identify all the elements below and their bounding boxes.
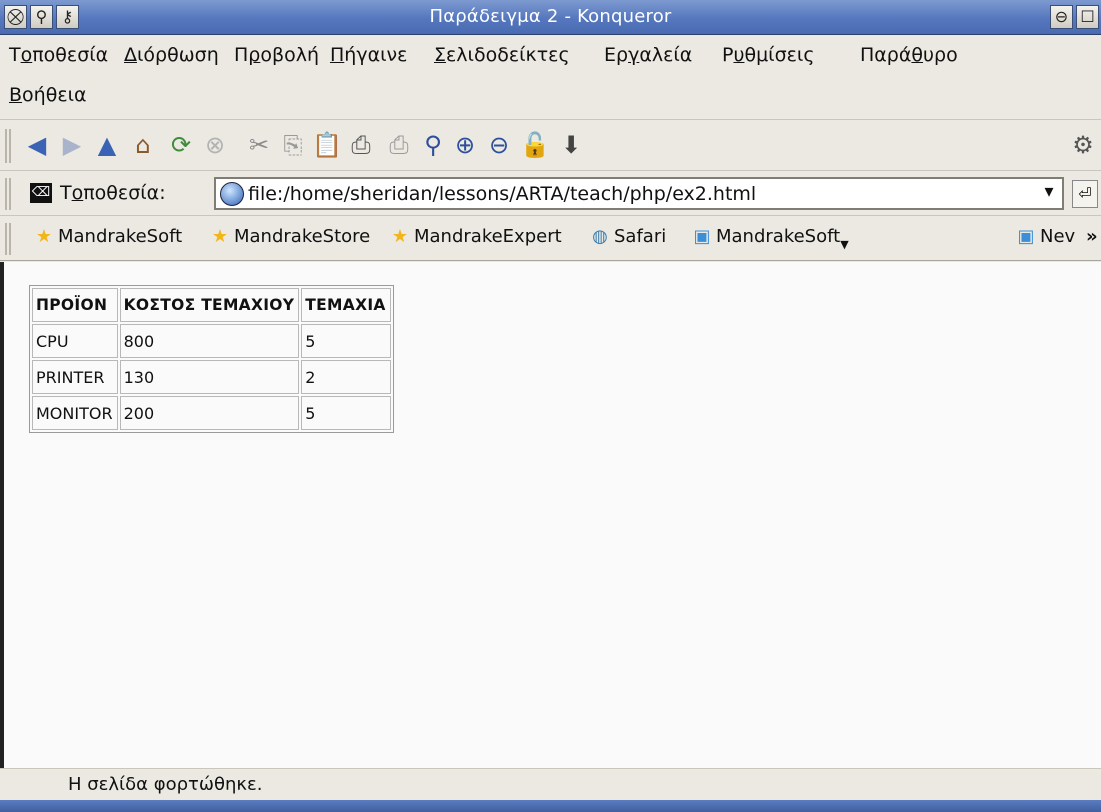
window-title-bar[interactable]: ⛒ ⚲ ⚷ Παράδειγμα 2 - Konqueror ⊖ ☐ (0, 0, 1101, 35)
location-label: Τοποθεσία: (60, 182, 166, 204)
print-icon[interactable]: ⎙ (346, 130, 376, 160)
url-dropdown-icon[interactable]: ▾ (1038, 181, 1060, 206)
bookmark-star-icon: ★ (35, 226, 53, 247)
stop-icon[interactable]: ⊗ (200, 130, 230, 160)
bookmark-folder-new[interactable]: ▣ Nev (1014, 226, 1075, 247)
main-toolbar: ◀ ▶ ▲ ⌂ ⟳ ⊗ ✂ ⎘ 📋 ⎙ ⎙ ⚲ ⊕ ⊖ 🔓 ⬇ ⚙ (0, 121, 1101, 171)
window-bottom-frame (0, 800, 1101, 812)
reload-icon[interactable]: ⟳ (166, 130, 196, 160)
cut-icon[interactable]: ✂ (244, 130, 274, 160)
forward-icon[interactable]: ▶ (57, 130, 87, 160)
status-text: Η σελίδα φορτώθηκε. (68, 774, 263, 795)
table-cell: MONITOR (32, 396, 118, 430)
copy-icon[interactable]: ⎘ (278, 130, 308, 160)
table-cell: 200 (119, 396, 300, 430)
bookmark-mandrakesoft[interactable]: ★ MandrakeSoft (32, 226, 182, 247)
bookmark-mandrakestore[interactable]: ★ MandrakeStore (208, 226, 370, 247)
menu-go[interactable]: Πήγαινε (330, 44, 407, 66)
bookmarks-overflow-button[interactable]: » (1086, 226, 1098, 247)
menu-tools[interactable]: Εργαλεία (604, 44, 692, 66)
bookmark-star-icon: ★ (211, 226, 229, 247)
location-grip[interactable] (5, 178, 11, 210)
clear-location-icon[interactable]: ⌫ (30, 183, 52, 203)
download-icon[interactable]: ⬇ (556, 130, 586, 160)
print-frame-icon[interactable]: ⎙ (384, 130, 414, 160)
table-cell: 800 (119, 324, 300, 358)
home-icon[interactable]: ⌂ (128, 130, 158, 160)
table-cell: 5 (301, 396, 391, 430)
maximize-icon: ☐ (1080, 7, 1095, 26)
menu-location[interactable]: Τοποθεσία (9, 44, 108, 66)
menu-help[interactable]: Βοήθεια (9, 84, 87, 106)
column-header-unit-cost: ΚΟΣΤΟΣ ΤΕΜΑΧΙΟΥ (119, 288, 300, 322)
bookmark-mandrakeexpert[interactable]: ★ MandrakeExpert (388, 226, 562, 247)
table-cell: CPU (32, 324, 118, 358)
table-cell: 5 (301, 324, 391, 358)
menu-view[interactable]: Προβολή (234, 44, 319, 66)
go-button[interactable]: ⏎ (1072, 180, 1098, 208)
menu-bookmarks[interactable]: Σελιδοδείκτες (434, 44, 570, 66)
table-row: PRINTER 130 2 (32, 360, 391, 394)
minimize-button[interactable]: ⊖ (1050, 5, 1073, 29)
location-field[interactable]: ▾ (214, 177, 1064, 210)
settings-icon[interactable]: ⚙ (1068, 130, 1098, 160)
zoom-in-icon[interactable]: ⊕ (450, 130, 480, 160)
page-favicon-icon (220, 182, 244, 206)
table-cell: 2 (301, 360, 391, 394)
bookmarks-grip[interactable] (5, 223, 11, 255)
bookmark-safari[interactable]: ◍ Safari (588, 226, 666, 247)
globe-icon: ◍ (592, 226, 608, 247)
table-row: CPU 800 5 (32, 324, 391, 358)
window-title: Παράδειγμα 2 - Konqueror (429, 6, 672, 27)
menu-settings[interactable]: Ρυθμίσεις (722, 44, 815, 66)
up-icon[interactable]: ▲ (92, 130, 122, 160)
location-toolbar: ⌫ Τοποθεσία: ▾ ⏎ (0, 172, 1101, 216)
table-cell: 130 (119, 360, 300, 394)
menu-window[interactable]: Παράθυρο (860, 44, 958, 66)
folder-icon: ▣ (1017, 226, 1035, 247)
menu-edit[interactable]: Διόρθωση (124, 44, 219, 66)
unlock-icon[interactable]: 🔓 (520, 130, 550, 160)
back-icon[interactable]: ◀ (22, 130, 52, 160)
bookmark-star-icon: ★ (391, 226, 409, 247)
table-header-row: ΠΡΟΪΟΝ ΚΟΣΤΟΣ ΤΕΜΑΧΙΟΥ ΤΕΜΑΧΙΑ (32, 288, 391, 322)
bookmarks-toolbar: ★ MandrakeSoft ★ MandrakeStore ★ MandrakeEx… (0, 217, 1101, 261)
find-icon[interactable]: ⚲ (418, 130, 448, 160)
column-header-product: ΠΡΟΪΟΝ (32, 288, 118, 322)
product-table: ΠΡΟΪΟΝ ΚΟΣΤΟΣ ΤΕΜΑΧΙΟΥ ΤΕΜΑΧΙΑ CPU 800 5… (29, 285, 394, 433)
toolbar-grip[interactable] (5, 129, 11, 163)
column-header-quantity: ΤΕΜΑΧΙΑ (301, 288, 391, 322)
url-input[interactable] (248, 183, 1028, 205)
bookmark-folder-mandrakesoft[interactable]: ▣ MandrakeSoft▼ (690, 226, 848, 251)
minimize-icon: ⊖ (1054, 7, 1069, 26)
paste-icon[interactable]: 📋 (312, 130, 342, 160)
maximize-button[interactable]: ☐ (1076, 5, 1099, 29)
folder-icon: ▣ (693, 226, 711, 247)
table-cell: PRINTER (32, 360, 118, 394)
table-row: MONITOR 200 5 (32, 396, 391, 430)
status-bar: Η σελίδα φορτώθηκε. (0, 768, 1101, 800)
page-content: ΠΡΟΪΟΝ ΚΟΣΤΟΣ ΤΕΜΑΧΙΟΥ ΤΕΜΑΧΙΑ CPU 800 5… (0, 262, 1101, 768)
zoom-out-icon[interactable]: ⊖ (484, 130, 514, 160)
menu-bar: Τοποθεσία Διόρθωση Προβολή Πήγαινε Σελιδ… (0, 36, 1101, 120)
